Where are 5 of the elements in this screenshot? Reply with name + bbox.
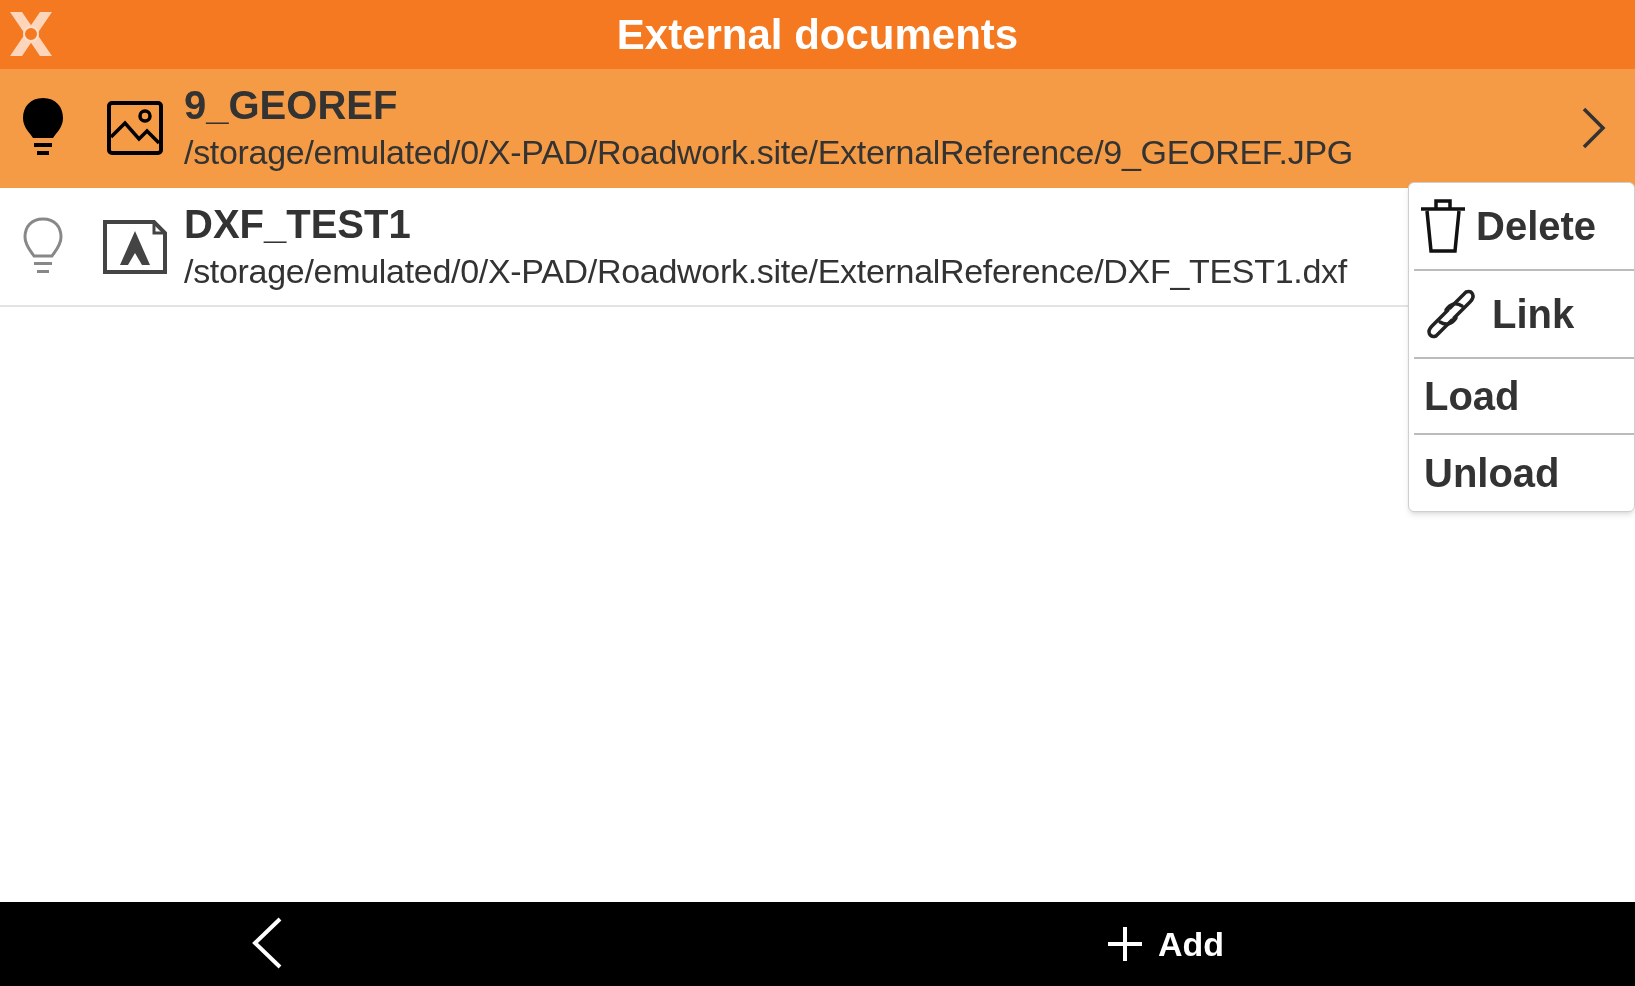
document-path: /storage/emulated/0/X-PAD/Roadwork.site/ExternalReference/9_GEOREF.JPG	[184, 131, 1353, 173]
document-name: DXF_TEST1	[184, 200, 411, 248]
window-title: External documents	[616, 10, 1019, 60]
document-name: 9_GEOREF	[184, 81, 398, 129]
document-path: /storage/emulated/0/X-PAD/Roadwork.site/ExternalReference/DXF_TEST1.dxf	[184, 250, 1347, 292]
